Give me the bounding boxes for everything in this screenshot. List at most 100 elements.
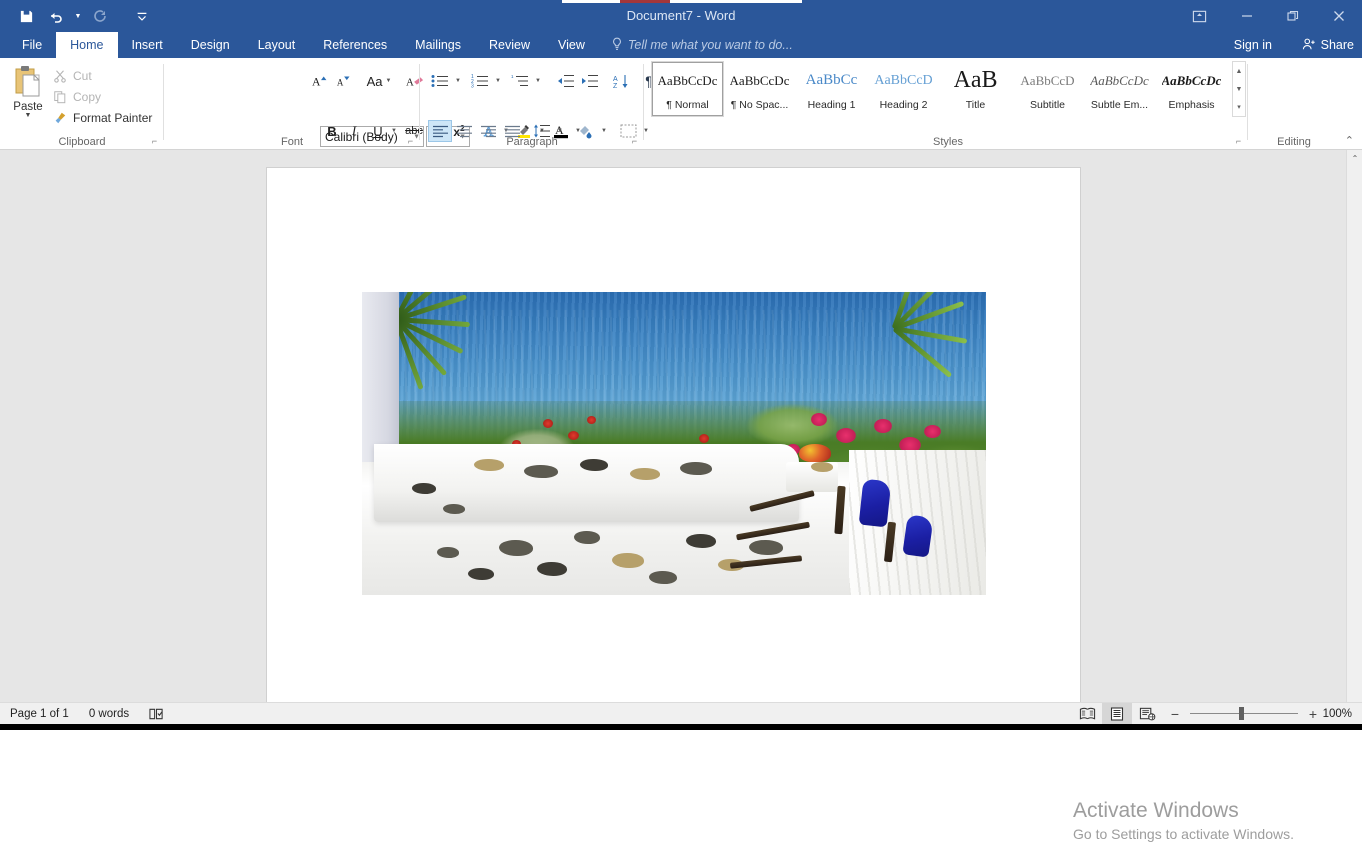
ribbon: Paste ▼ Cut Copy Format Painter Clipboar… bbox=[0, 58, 1362, 150]
minimize-icon[interactable] bbox=[1224, 0, 1270, 32]
undo-dropdown-icon[interactable]: ▼ bbox=[72, 3, 84, 29]
tab-review[interactable]: Review bbox=[475, 32, 544, 58]
style-label: Emphasis bbox=[1168, 99, 1214, 111]
undo-icon[interactable] bbox=[42, 3, 70, 29]
shrink-font-button[interactable]: A bbox=[334, 70, 356, 92]
tab-insert[interactable]: Insert bbox=[118, 32, 177, 58]
svg-text:A: A bbox=[312, 76, 321, 89]
style-subtitle[interactable]: AaBbCcD Subtitle bbox=[1012, 62, 1083, 116]
page-indicator[interactable]: Page 1 of 1 bbox=[0, 708, 79, 720]
ribbon-display-options-icon[interactable] bbox=[1174, 0, 1224, 32]
share-button[interactable]: Share bbox=[1302, 32, 1354, 58]
format-painter-button[interactable]: Format Painter bbox=[52, 108, 152, 128]
inserted-image[interactable] bbox=[362, 292, 986, 595]
photo-stone bbox=[680, 462, 712, 475]
ribbon-group-font: Calibri (Body) ▼ 11 ▼ A A Aa▼ A B I U ▼ … bbox=[164, 58, 420, 150]
change-case-button[interactable]: Aa▼ bbox=[362, 70, 396, 92]
ribbon-group-editing: Find ▼ abac Replace Select ▼ Editing bbox=[1248, 58, 1340, 150]
tab-design[interactable]: Design bbox=[177, 32, 244, 58]
quick-access-toolbar: ▼ bbox=[0, 0, 156, 32]
proofing-errors-icon[interactable] bbox=[139, 707, 174, 721]
paste-dropdown-icon[interactable]: ▼ bbox=[25, 112, 32, 119]
customize-quick-access-toolbar-icon[interactable] bbox=[128, 3, 156, 29]
scroll-up-icon[interactable]: ⌃ bbox=[1347, 150, 1362, 166]
zoom-track[interactable] bbox=[1190, 713, 1298, 714]
document-title: Document7 - Word bbox=[0, 8, 1362, 23]
tell-me-text: Tell me what you want to do... bbox=[628, 38, 793, 52]
copy-button[interactable]: Copy bbox=[52, 87, 101, 107]
tab-home[interactable]: Home bbox=[56, 32, 117, 58]
close-icon[interactable] bbox=[1316, 0, 1362, 32]
paragraph-dialog-launcher[interactable]: ⌐ bbox=[629, 136, 640, 147]
style-no-spacing[interactable]: AaBbCcDc ¶ No Spac... bbox=[724, 62, 795, 116]
numbering-dropdown-icon[interactable]: ▼ bbox=[492, 70, 504, 92]
restore-icon[interactable] bbox=[1270, 0, 1316, 32]
style-normal[interactable]: AaBbCcDc ¶ Normal bbox=[652, 62, 723, 116]
chevron-down-icon[interactable]: ▼ bbox=[1236, 80, 1243, 98]
style-subtle-emphasis[interactable]: AaBbCcDc Subtle Em... bbox=[1084, 62, 1155, 116]
increase-indent-button[interactable] bbox=[578, 70, 602, 92]
read-mode-button[interactable] bbox=[1072, 703, 1102, 725]
paste-button[interactable]: Paste ▼ bbox=[6, 62, 50, 134]
multilevel-list-button[interactable]: 1 bbox=[508, 70, 532, 92]
multilevel-dropdown-icon[interactable]: ▼ bbox=[532, 70, 544, 92]
activate-windows-watermark: Activate Windows Go to Settings to activ… bbox=[1073, 798, 1294, 844]
word-count[interactable]: 0 words bbox=[79, 708, 139, 720]
svg-text:3: 3 bbox=[471, 84, 474, 89]
zoom-thumb[interactable] bbox=[1239, 707, 1244, 720]
loading-progress-bar bbox=[562, 0, 802, 3]
styles-dialog-launcher[interactable]: ⌐ bbox=[1233, 136, 1244, 147]
bullets-dropdown-icon[interactable]: ▼ bbox=[452, 70, 464, 92]
format-painter-label: Format Painter bbox=[73, 111, 152, 125]
photo-flower bbox=[874, 419, 892, 433]
lightbulb-icon bbox=[611, 37, 623, 54]
tab-references[interactable]: References bbox=[309, 32, 401, 58]
style-preview: AaBbCcDc bbox=[730, 68, 790, 94]
zoom-level[interactable]: 100% bbox=[1320, 708, 1362, 720]
svg-text:Z: Z bbox=[613, 83, 618, 89]
sort-button[interactable]: AZ bbox=[610, 70, 634, 92]
style-heading-1[interactable]: AaBbCс Heading 1 bbox=[796, 62, 867, 116]
style-label: Heading 1 bbox=[808, 99, 856, 111]
cut-button[interactable]: Cut bbox=[52, 66, 92, 86]
paragraph-group-label: Paragraph bbox=[420, 136, 644, 148]
collapse-ribbon-icon[interactable]: ⌃ bbox=[1345, 134, 1354, 147]
redo-icon[interactable] bbox=[86, 3, 114, 29]
loading-progress-fill bbox=[620, 0, 670, 3]
tab-view[interactable]: View bbox=[544, 32, 599, 58]
decrease-indent-button[interactable] bbox=[554, 70, 578, 92]
web-layout-button[interactable] bbox=[1132, 703, 1162, 725]
print-layout-button[interactable] bbox=[1102, 703, 1132, 725]
style-label: Subtitle bbox=[1030, 99, 1065, 111]
font-dialog-launcher[interactable]: ⌐ bbox=[405, 136, 416, 147]
tab-file[interactable]: File bbox=[8, 32, 56, 58]
scissors-icon bbox=[52, 68, 68, 84]
zoom-slider[interactable]: − + bbox=[1168, 706, 1320, 722]
style-label: Heading 2 bbox=[880, 99, 928, 111]
clipboard-dialog-launcher[interactable]: ⌐ bbox=[149, 136, 160, 147]
ribbon-tabs: File Home Insert Design Layout Reference… bbox=[0, 32, 1362, 58]
svg-text:1: 1 bbox=[511, 74, 514, 79]
tab-mailings[interactable]: Mailings bbox=[401, 32, 475, 58]
style-heading-2[interactable]: AaBbCcD Heading 2 bbox=[868, 62, 939, 116]
style-emphasis[interactable]: AaBbCcDc Emphasis bbox=[1156, 62, 1227, 116]
bullets-button[interactable] bbox=[428, 70, 452, 92]
save-icon[interactable] bbox=[12, 3, 40, 29]
numbering-button[interactable]: 123 bbox=[468, 70, 492, 92]
vertical-scrollbar[interactable]: ⌃ bbox=[1346, 150, 1362, 704]
photo-flower bbox=[587, 416, 596, 424]
more-styles-icon[interactable]: ▾ bbox=[1237, 98, 1241, 116]
photo-stone bbox=[686, 534, 716, 548]
style-title[interactable]: AaB Title bbox=[940, 62, 1011, 116]
paintbrush-icon bbox=[52, 110, 68, 126]
sign-in-button[interactable]: Sign in bbox=[1234, 32, 1272, 58]
zoom-out-button[interactable]: − bbox=[1168, 706, 1182, 722]
grow-font-button[interactable]: A bbox=[310, 70, 332, 92]
chevron-up-icon[interactable]: ▲ bbox=[1236, 62, 1243, 80]
styles-gallery-scroll[interactable]: ▲ ▼ ▾ bbox=[1232, 61, 1246, 117]
tab-layout[interactable]: Layout bbox=[244, 32, 310, 58]
tell-me-search[interactable]: Tell me what you want to do... bbox=[599, 32, 803, 58]
document-page[interactable] bbox=[267, 168, 1080, 708]
photo-palm-right bbox=[849, 304, 986, 425]
zoom-in-button[interactable]: + bbox=[1306, 706, 1320, 722]
